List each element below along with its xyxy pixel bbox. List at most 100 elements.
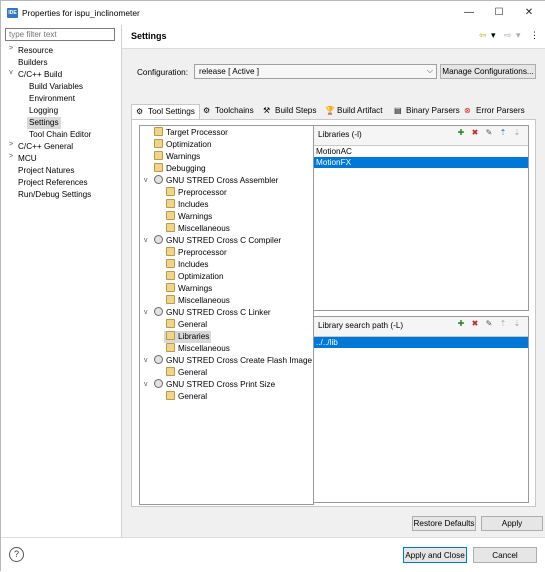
tree-item-cross-assembler[interactable]: v GNU STRED Cross Assembler — [144, 175, 278, 187]
tab-label: Tool Settings — [148, 107, 195, 116]
tree-item-preprocessor[interactable]: Preprocessor — [166, 247, 227, 259]
libraries-toolbar: ✚ ✖ ✎ ⇡ ⇣ — [456, 128, 522, 138]
property-page-tree: > Resource Builders v C/C++ Build Build … — [1, 25, 121, 535]
tool-gear-icon — [154, 175, 163, 184]
edit-icon[interactable]: ✎ — [484, 128, 494, 138]
chevron-right-icon[interactable]: > — [7, 153, 15, 160]
back-arrow-icon[interactable]: ⇦ — [479, 30, 487, 41]
sidebar-item-logging[interactable]: Logging — [29, 105, 58, 117]
tree-item-miscellaneous[interactable]: Miscellaneous — [166, 223, 230, 235]
add-icon[interactable]: ✚ — [456, 319, 466, 329]
sidebar-item-cpp-general[interactable]: C/C++ General — [18, 141, 73, 153]
apply-and-close-button[interactable]: Apply and Close — [403, 547, 467, 563]
chevron-down-icon[interactable]: v — [144, 355, 148, 367]
sidebar-item-project-natures[interactable]: Project Natures — [18, 165, 74, 177]
tree-item-libraries[interactable]: Libraries — [164, 331, 212, 343]
move-down-icon[interactable]: ⇣ — [512, 128, 522, 138]
chevron-right-icon[interactable]: > — [7, 141, 15, 148]
chevron-down-icon[interactable]: v — [7, 69, 15, 76]
tree-item-warnings[interactable]: Warnings — [166, 283, 212, 295]
restore-defaults-button[interactable]: Restore Defaults — [412, 516, 476, 531]
move-down-icon[interactable]: ⇣ — [512, 319, 522, 329]
tab-tool-settings[interactable]: ⚙ Tool Settings — [131, 104, 200, 119]
tree-item-target-processor[interactable]: Target Processor — [154, 127, 228, 139]
option-page-icon — [166, 187, 175, 196]
minimize-button[interactable]: — — [458, 4, 480, 20]
tree-item-warnings[interactable]: Warnings — [166, 211, 212, 223]
sidebar-item-environment[interactable]: Environment — [29, 93, 75, 105]
option-page-icon — [166, 319, 175, 328]
tree-item-create-flash-image[interactable]: v GNU STRED Cross Create Flash Image — [144, 355, 312, 367]
view-menu-icon[interactable]: ⋮ — [530, 30, 539, 41]
forward-arrow-icon[interactable]: ⇨ — [504, 30, 512, 41]
filter-input[interactable] — [5, 28, 115, 41]
chevron-down-icon[interactable]: ▾ — [491, 30, 496, 41]
option-page-icon — [166, 259, 175, 268]
move-up-icon[interactable]: ⇡ — [498, 319, 508, 329]
option-page-icon — [166, 211, 175, 220]
tool-gear-icon — [154, 379, 163, 388]
tab-error-parsers[interactable]: ⊗ Error Parsers — [460, 104, 529, 119]
option-page-icon — [166, 271, 175, 280]
tree-item-miscellaneous[interactable]: Miscellaneous — [166, 295, 230, 307]
tree-item-cross-c-linker[interactable]: v GNU STRED Cross C Linker — [144, 307, 271, 319]
tree-item-miscellaneous[interactable]: Miscellaneous — [166, 343, 230, 355]
sidebar-item-run-debug-settings[interactable]: Run/Debug Settings — [18, 189, 91, 201]
list-item[interactable]: MotionFX — [314, 157, 528, 168]
list-item[interactable]: ../../lib — [314, 337, 528, 348]
tree-item-warnings[interactable]: Warnings — [154, 151, 200, 163]
tree-item-optimization[interactable]: Optimization — [166, 271, 224, 283]
trophy-icon: 🏆 — [325, 106, 335, 115]
apply-button[interactable]: Apply — [481, 516, 543, 531]
tab-label: Binary Parsers — [406, 106, 460, 115]
chevron-down-icon[interactable]: ▾ — [516, 30, 521, 41]
tree-item-includes[interactable]: Includes — [166, 259, 209, 271]
add-icon[interactable]: ✚ — [456, 128, 466, 138]
move-up-icon[interactable]: ⇡ — [498, 128, 508, 138]
delete-icon[interactable]: ✖ — [470, 128, 480, 138]
dialog-footer: ? Apply and Close Cancel — [1, 537, 545, 572]
chevron-down-icon[interactable]: v — [144, 307, 148, 319]
sidebar-item-cpp-build[interactable]: C/C++ Build — [18, 69, 62, 81]
tab-build-artifact[interactable]: 🏆 Build Artifact — [321, 104, 387, 119]
tab-toolchains[interactable]: ⚙ Toolchains — [199, 104, 258, 119]
settings-header: Settings ⇦ ▾ ⇨ ▾ ⋮ — [122, 25, 545, 49]
tab-binary-parsers[interactable]: ▤ Binary Parsers — [390, 104, 464, 119]
tree-item-cross-c-compiler[interactable]: v GNU STRED Cross C Compiler — [144, 235, 281, 247]
tree-item-general[interactable]: General — [166, 319, 207, 331]
tree-item-optimization[interactable]: Optimization — [154, 139, 212, 151]
tree-item-print-size[interactable]: v GNU STRED Cross Print Size — [144, 379, 275, 391]
chevron-down-icon[interactable]: v — [144, 379, 148, 391]
cancel-button[interactable]: Cancel — [473, 547, 537, 563]
sidebar-item-settings[interactable]: Settings — [27, 117, 61, 129]
help-icon[interactable]: ? — [9, 547, 24, 562]
edit-icon[interactable]: ✎ — [484, 319, 494, 329]
tree-item-general[interactable]: General — [166, 367, 207, 379]
configuration-select[interactable]: release [ Active ] ⌵ — [194, 64, 437, 79]
sidebar-item-project-references[interactable]: Project References — [18, 177, 88, 189]
sidebar-item-resource[interactable]: Resource — [18, 45, 53, 57]
tree-item-includes[interactable]: Includes — [166, 199, 209, 211]
sidebar-item-mcu[interactable]: MCU — [18, 153, 37, 165]
chevron-down-icon[interactable]: v — [144, 175, 148, 187]
hammer-icon: ⚒ — [263, 106, 271, 115]
ide-app-icon: IDE — [7, 8, 18, 18]
tab-label: Build Artifact — [337, 106, 383, 115]
delete-icon[interactable]: ✖ — [470, 319, 480, 329]
tab-build-steps[interactable]: ⚒ Build Steps — [259, 104, 320, 119]
sidebar-item-tool-chain-editor[interactable]: Tool Chain Editor — [29, 129, 91, 141]
sidebar-item-build-variables[interactable]: Build Variables — [29, 81, 83, 93]
title-bar: IDE Properties for ispu_inclinometer — ☐… — [1, 1, 545, 25]
list-item[interactable]: MotionAC — [314, 146, 528, 157]
tab-label: Build Steps — [275, 106, 317, 115]
tree-item-debugging[interactable]: Debugging — [154, 163, 206, 175]
maximize-button[interactable]: ☐ — [488, 4, 510, 20]
tree-item-general[interactable]: General — [166, 391, 207, 403]
libraries-header: Libraries (-l) — [318, 130, 362, 139]
manage-configurations-button[interactable]: Manage Configurations... — [440, 64, 536, 79]
sidebar-item-builders[interactable]: Builders — [18, 57, 48, 69]
close-button[interactable]: ✕ — [518, 4, 540, 20]
chevron-right-icon[interactable]: > — [7, 45, 15, 52]
tree-item-preprocessor[interactable]: Preprocessor — [166, 187, 227, 199]
chevron-down-icon[interactable]: v — [144, 235, 148, 247]
